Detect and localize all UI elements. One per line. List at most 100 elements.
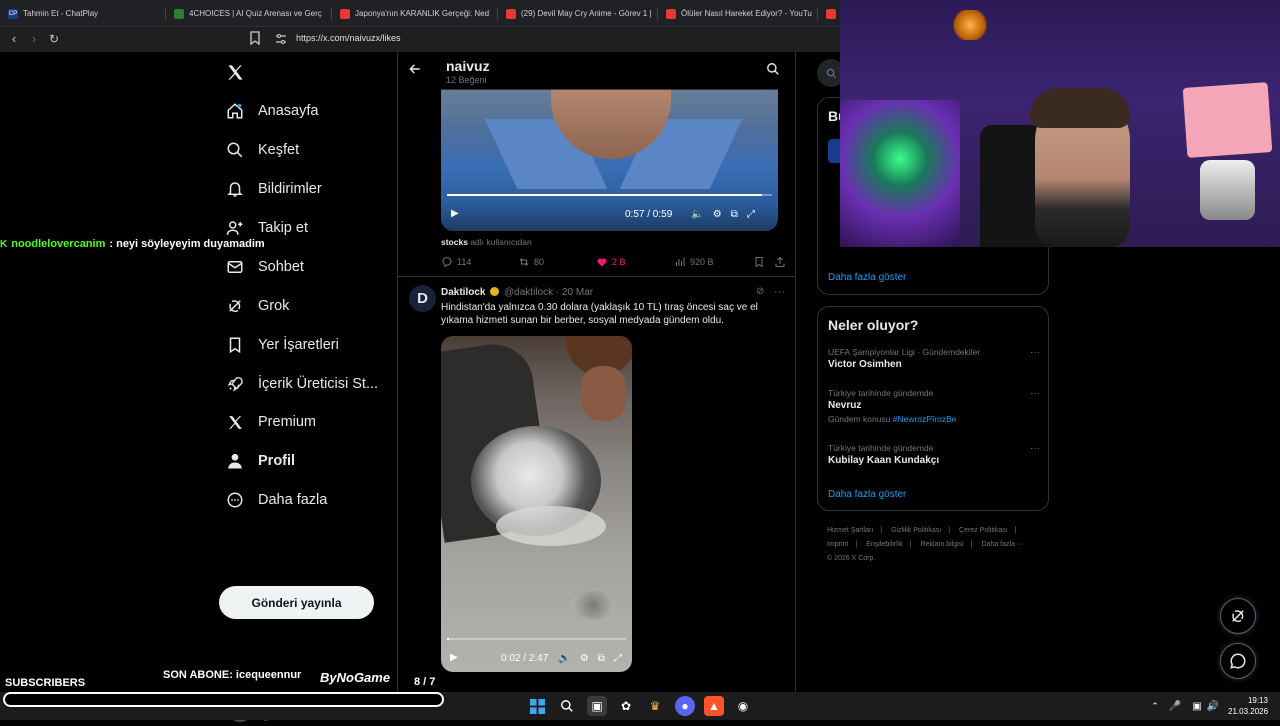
settings-icon[interactable]: ⚙ <box>713 209 722 220</box>
sidebar-item-more[interactable]: Daha fazla <box>226 485 327 515</box>
back-arrow-icon[interactable] <box>408 62 422 79</box>
fullscreen-icon[interactable]: ⤢ <box>614 653 622 664</box>
microphone <box>1200 160 1255 220</box>
chatgpt-icon[interactable]: ✿ <box>616 696 636 716</box>
more-options-icon[interactable]: ··· <box>1030 443 1040 454</box>
video-player[interactable]: ▶ 0:02 / 2:47 🔈 ⚙ ⧉ ⤢ <box>441 336 632 672</box>
site-settings-icon[interactable] <box>275 32 287 50</box>
chat-fab-button[interactable] <box>1220 643 1256 679</box>
back-arrow-icon[interactable]: ‹ <box>6 31 22 47</box>
footer-link[interactable]: Çerez Politikası <box>959 527 1008 534</box>
pip-icon[interactable]: ⧉ <box>598 653 605 664</box>
search-icon[interactable] <box>557 696 577 716</box>
footer-link[interactable]: Gizlilik Politikası <box>891 527 941 534</box>
sidebar-item-premium[interactable]: Premium <box>226 407 316 437</box>
video-progress-bar[interactable] <box>447 638 626 640</box>
search-icon[interactable] <box>766 62 780 81</box>
more-options-icon[interactable]: ··· <box>1030 388 1040 399</box>
grok-fab-button[interactable] <box>1220 598 1256 634</box>
play-icon[interactable]: ▶ <box>451 208 459 219</box>
browser-tab[interactable]: Ölüler Nasıl Hareket Ediyor? - YouTu <box>658 0 818 27</box>
start-icon[interactable] <box>527 696 547 716</box>
author-name[interactable]: Daktilock <box>441 287 485 298</box>
play-icon[interactable]: ▶ <box>450 652 458 663</box>
repost-button[interactable]: 80 <box>518 256 544 268</box>
reply-button[interactable]: 114 <box>441 256 471 268</box>
like-button[interactable]: 2 B <box>596 256 626 268</box>
sidebar-item-creator-studio[interactable]: İçerik Üreticisi St... <box>226 369 378 399</box>
author-handle[interactable]: @daktilock <box>504 287 553 298</box>
bookmark-page-icon[interactable] <box>249 31 261 50</box>
trend-item[interactable]: Türkiye tarihinde gündemde Nevruz Gündem… <box>828 388 1040 424</box>
sidebar-item-label: Sohbet <box>258 259 304 275</box>
volume-icon[interactable]: 🔊 <box>1203 696 1223 716</box>
video-player[interactable]: ▶ 0:57 / 0:59 🔈 ⚙ ⧉ ⤢ <box>441 89 778 231</box>
search-icon <box>226 141 244 159</box>
trend-item[interactable]: UEFA Şampiyonlar Ligi · Gündemdekiler Vi… <box>828 347 1040 370</box>
footer-link[interactable]: Hizmet Şartları <box>827 527 873 534</box>
sidebar-item-bookmarks[interactable]: Yer İşaretleri <box>226 330 339 360</box>
share-button[interactable] <box>774 256 786 268</box>
footer-link[interactable]: Daha fazla ··· <box>982 541 1024 548</box>
sidebar-item-profile[interactable]: Profil <box>226 446 295 476</box>
chat-username: noodlelovercanim <box>11 238 106 250</box>
main-timeline: naivuz 12 Beğeni ▶ 0:57 / 0:59 🔈 ⚙ ⧉ ⤢ s… <box>397 52 796 692</box>
show-more-link[interactable]: Daha fazla göster <box>828 489 906 500</box>
footer-link[interactable]: Erişilebilirlik <box>866 541 903 548</box>
sidebar-item-home[interactable]: Anasayfa <box>226 96 318 126</box>
page-title: naivuz <box>446 58 490 74</box>
post-button[interactable]: Gönderi yayınla <box>219 586 374 619</box>
reload-icon[interactable]: ↻ <box>46 31 62 47</box>
pip-icon[interactable]: ⧉ <box>731 209 738 220</box>
footer-link[interactable]: Imprint <box>827 541 848 548</box>
task-view-icon[interactable]: ▣ <box>587 696 607 716</box>
avatar[interactable]: D <box>409 285 436 312</box>
attribution-user[interactable]: stocks <box>441 237 468 247</box>
sidebar-item-chat[interactable]: Sohbet <box>226 252 304 282</box>
browser-tab[interactable]: 4CHOICES | AI Quiz Arenası ve Gerç <box>166 0 332 27</box>
url-field[interactable]: https://x.com/naivuzx/likes <box>296 33 401 43</box>
hashtag-link[interactable]: #NewrozPîrozBe <box>893 414 957 424</box>
browser-tab[interactable]: (29) Devil May Cry Anime - Görev 1 | <box>498 0 658 27</box>
more-options-icon[interactable]: ··· <box>774 286 785 298</box>
trend-meta: Türkiye tarihinde gündemde <box>828 388 934 398</box>
poster-image <box>840 100 960 247</box>
sidebar-item-grok[interactable]: Grok <box>226 291 289 321</box>
views-button[interactable]: 920 B <box>674 256 714 268</box>
forward-arrow-icon[interactable]: › <box>26 31 42 47</box>
grok-icon <box>226 297 244 315</box>
sidebar-item-explore[interactable]: Keşfet <box>226 135 299 165</box>
discord-icon[interactable]: ● <box>675 696 695 716</box>
tweet-date[interactable]: · 20 Mar <box>556 287 593 298</box>
fullscreen-icon[interactable]: ⤢ <box>747 209 755 220</box>
x-logo-icon[interactable] <box>226 63 245 87</box>
clock[interactable]: 19:13 21.03.2026 <box>1228 695 1268 717</box>
settings-icon[interactable]: ⚙ <box>580 653 589 664</box>
brave-icon[interactable]: ▲ <box>704 696 724 716</box>
bookmark-button[interactable] <box>753 256 765 268</box>
browser-tab[interactable] <box>818 0 840 27</box>
chevron-up-icon[interactable]: ⌃ <box>1145 696 1165 716</box>
sidebar-item-notifications[interactable]: Bildirimler <box>226 174 322 204</box>
sidebar-item-label: Keşfet <box>258 142 300 158</box>
subscriber-goal-bar <box>3 692 444 707</box>
browser-tab[interactable]: Japonya'nın KARANLIK Gerçeği: Ned <box>332 0 498 27</box>
browser-tab[interactable]: CP Tahmin Et - ChatPlay <box>0 0 166 27</box>
trend-item[interactable]: Türkiye tarihinde gündemde Kubilay Kaan … <box>828 443 1040 466</box>
more-circle-icon <box>226 491 244 509</box>
divider <box>398 276 795 277</box>
app-icon[interactable]: ♛ <box>645 696 665 716</box>
grok-icon[interactable]: ⊘ <box>756 286 764 297</box>
subscriber-goal-count: 8 / 7 <box>414 676 436 688</box>
chat-bubble-icon <box>1230 653 1246 669</box>
volume-icon[interactable]: 🔈 <box>691 209 703 220</box>
volume-icon[interactable]: 🔈 <box>558 653 570 664</box>
obs-icon[interactable]: ◉ <box>733 696 753 716</box>
footer-link[interactable]: Reklam bilgisi <box>921 541 964 548</box>
microphone-icon[interactable]: 🎤 <box>1165 696 1185 716</box>
show-more-link[interactable]: Daha fazla göster <box>828 272 906 283</box>
follow-icon <box>226 219 244 237</box>
more-options-icon[interactable]: ··· <box>1030 347 1040 358</box>
trends-card: Neler oluyor? UEFA Şampiyonlar Ligi · Gü… <box>817 306 1049 511</box>
video-progress-bar[interactable] <box>447 194 772 196</box>
